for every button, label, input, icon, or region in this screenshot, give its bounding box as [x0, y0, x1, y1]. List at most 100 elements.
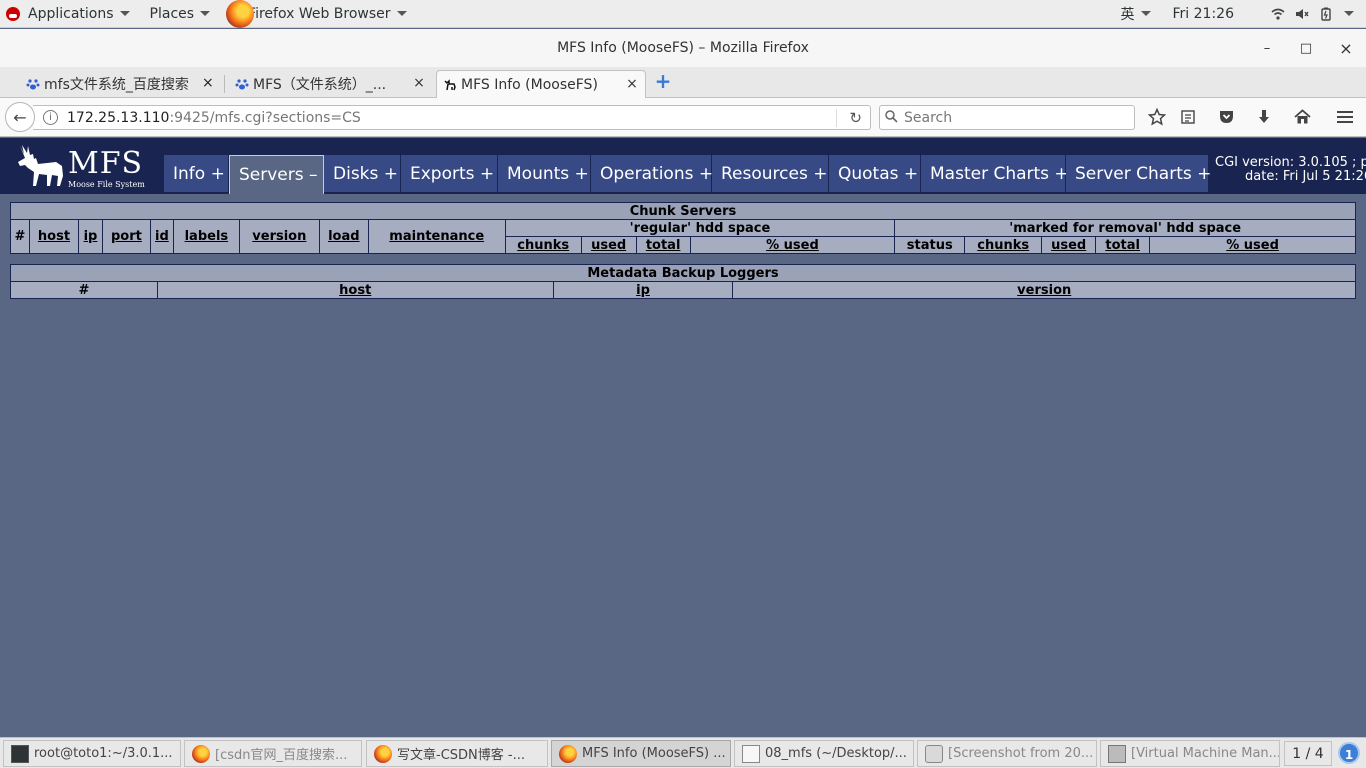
tab-baidu-search[interactable]: mfs文件系统_百度搜索	[20, 70, 220, 98]
col-total[interactable]: total	[635, 236, 691, 254]
mfs-content: Chunk Servers # host ip port id labels v…	[0, 194, 1366, 737]
tab-mfs-filesystem[interactable]: MFS（文件系统）_... ×	[229, 70, 430, 98]
pocket-icon[interactable]	[1215, 106, 1237, 128]
col-ip[interactable]: ip	[77, 219, 103, 254]
regular-hdd-group: 'regular' hdd space	[504, 219, 896, 237]
close-icon[interactable]: ×	[202, 75, 214, 91]
menu-mounts[interactable]: Mounts +	[498, 155, 591, 192]
maximize-button[interactable]: □	[1291, 29, 1321, 67]
task-label: [Screenshot from 20...	[948, 746, 1094, 761]
workspace-switcher[interactable]: 1 / 4	[1284, 741, 1332, 766]
text-editor-icon	[742, 745, 760, 763]
reading-list-icon[interactable]	[1177, 106, 1199, 128]
col-used[interactable]: used	[580, 236, 637, 254]
col-logger-version[interactable]: version	[732, 281, 1356, 299]
tab-strip: mfs文件系统_百度搜索 MFS（文件系统）_... × MFS Info (M…	[0, 67, 1366, 98]
moose-icon	[444, 79, 456, 91]
task-terminal[interactable]: root@toto1:~/3.0.1...	[3, 740, 181, 767]
col-removal-pct-used[interactable]: % used	[1149, 236, 1356, 254]
col-removal-total[interactable]: total	[1095, 236, 1151, 254]
col-logger-num: #	[10, 281, 158, 299]
col-logger-ip[interactable]: ip	[552, 281, 734, 299]
menu-operations[interactable]: Operations +	[591, 155, 713, 192]
menu-info[interactable]: Info +	[164, 155, 229, 192]
download-icon[interactable]	[1253, 106, 1275, 128]
system-status-menu[interactable]	[1260, 0, 1360, 28]
minimize-button[interactable]: –	[1252, 29, 1282, 67]
col-status-label: status	[906, 237, 953, 253]
notification-badge[interactable]: 1	[1338, 742, 1360, 764]
col-removal-chunks[interactable]: chunks	[964, 236, 1043, 254]
mfs-logo[interactable]: MFS Moose File System	[12, 142, 162, 190]
col-logger-version-label: version	[1017, 282, 1072, 298]
tab-label: mfs文件系统_百度搜索	[44, 77, 189, 93]
menu-server-charts[interactable]: Server Charts +	[1066, 155, 1211, 192]
col-removal-used[interactable]: used	[1041, 236, 1097, 254]
menu-resources[interactable]: Resources +	[712, 155, 829, 192]
clock[interactable]: Fri 21:26	[1167, 0, 1240, 28]
back-button[interactable]: ←	[5, 102, 35, 132]
menu-exports[interactable]: Exports +	[401, 155, 498, 192]
menu-servers[interactable]: Servers –	[229, 155, 324, 194]
chevron-down-icon	[1140, 11, 1151, 16]
home-icon[interactable]	[1291, 106, 1313, 128]
hamburger-menu-icon[interactable]	[1334, 106, 1356, 128]
col-logger-host[interactable]: host	[156, 281, 554, 299]
task-csdn-blog[interactable]: 写文章-CSDN博客 -...	[366, 740, 548, 767]
tab-mfs-info[interactable]: MFS Info (MooseFS) ×	[436, 70, 646, 98]
col-load[interactable]: load	[318, 219, 369, 254]
input-method-label: 英	[1120, 6, 1135, 23]
bookmark-star-icon[interactable]	[1146, 106, 1168, 128]
window-title-bar: MFS Info (MooseFS) – Mozilla Firefox – □…	[0, 29, 1366, 67]
search-input[interactable]: Search	[879, 105, 1135, 130]
window-list-taskbar: root@toto1:~/3.0.1... [csdn官网_百度搜索... 写文…	[0, 737, 1366, 768]
gnome-top-bar: Applications Places Firefox Web Browser …	[0, 0, 1366, 28]
new-tab-button[interactable]: +	[654, 71, 672, 91]
menu-disks[interactable]: Disks +	[324, 155, 401, 192]
col-labels[interactable]: labels	[172, 219, 240, 254]
col-id[interactable]: id	[149, 219, 174, 254]
col-used-label: used	[591, 237, 627, 253]
reload-icon[interactable]: ↻	[849, 109, 862, 127]
active-app-menu[interactable]: Firefox Web Browser	[220, 0, 413, 28]
applications-menu[interactable]: Applications	[0, 0, 136, 28]
chevron-down-icon	[1344, 11, 1354, 16]
firefox-icon	[374, 745, 392, 763]
info-icon[interactable]: i	[43, 110, 58, 125]
virt-manager-icon	[1108, 745, 1126, 763]
chevron-down-icon	[200, 11, 211, 16]
col-status[interactable]: status	[894, 236, 966, 254]
col-logger-ip-label: ip	[636, 282, 650, 298]
places-label: Places	[149, 5, 195, 22]
places-menu[interactable]: Places	[144, 0, 217, 28]
col-pct-used[interactable]: % used	[689, 236, 896, 254]
battery-icon	[1321, 7, 1331, 21]
mfs-header: MFS Moose File System Info + Servers – D…	[0, 138, 1366, 194]
close-window-button[interactable]: ×	[1331, 29, 1361, 67]
col-chunks[interactable]: chunks	[504, 236, 582, 254]
task-virt-manager[interactable]: [Virtual Machine Man...	[1100, 740, 1280, 767]
url-bar[interactable]: i 172.25.13.110:9425/mfs.cgi?sections=CS…	[33, 105, 871, 130]
task-screenshot[interactable]: [Screenshot from 20...	[917, 740, 1097, 767]
task-text-editor[interactable]: 08_mfs (~/Desktop/...	[734, 740, 914, 767]
chevron-down-icon	[396, 11, 407, 16]
col-host[interactable]: host	[28, 219, 79, 254]
url-divider	[836, 109, 837, 127]
col-version[interactable]: version	[238, 219, 320, 254]
col-labels-label: labels	[184, 229, 229, 244]
close-icon[interactable]: ×	[625, 76, 639, 92]
baidu-paw-icon	[235, 79, 249, 90]
col-removal-total-label: total	[1105, 237, 1140, 253]
menu-quotas[interactable]: Quotas +	[829, 155, 921, 192]
chevron-down-icon	[119, 11, 130, 16]
col-maintenance[interactable]: maintenance	[367, 219, 506, 254]
mfs-logo-subtitle: Moose File System	[68, 180, 145, 189]
menu-master-charts[interactable]: Master Charts +	[921, 155, 1069, 192]
col-port[interactable]: port	[101, 219, 151, 254]
search-icon	[885, 110, 898, 127]
task-mfs-info[interactable]: MFS Info (MooseFS) ...	[551, 740, 731, 767]
close-icon[interactable]: ×	[412, 75, 426, 91]
task-csdn-search[interactable]: [csdn官网_百度搜索...	[184, 740, 362, 767]
search-placeholder: Search	[904, 109, 953, 126]
input-method-menu[interactable]: 英	[1115, 0, 1157, 28]
